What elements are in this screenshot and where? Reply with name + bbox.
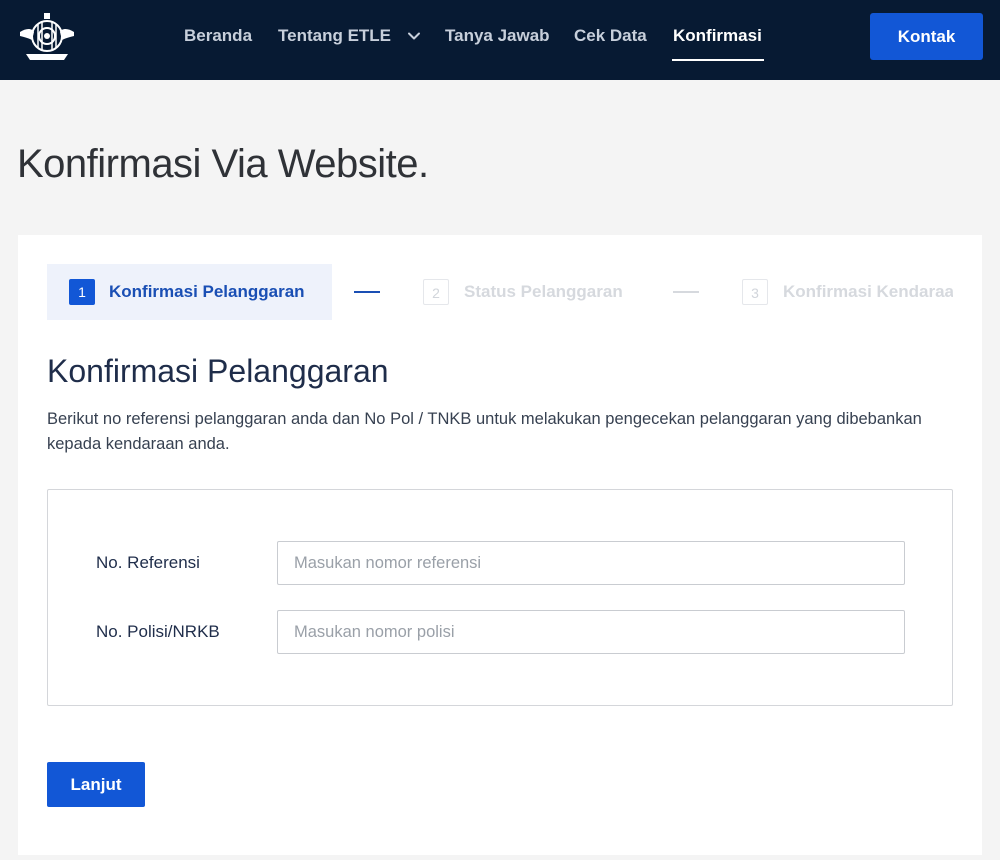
reference-label: No. Referensi [96, 553, 200, 572]
nav-item-beranda[interactable]: Beranda [184, 24, 252, 48]
step-1-number: 1 [69, 279, 95, 305]
step-connector-2 [673, 291, 699, 293]
police-number-label: No. Polisi/NRKB [96, 622, 220, 641]
next-button[interactable]: Lanjut [47, 762, 145, 807]
step-3-number: 3 [742, 279, 768, 305]
step-2-label[interactable]: Status Pelanggaran [464, 280, 623, 304]
section-title: Konfirmasi Pelanggaran [47, 353, 389, 389]
active-nav-indicator [672, 59, 764, 61]
top-navbar: Beranda Tentang ETLE Tanya Jawab Cek Dat… [0, 0, 1000, 80]
page-title: Konfirmasi Via Website. [17, 142, 429, 186]
etle-logo-icon[interactable] [18, 10, 76, 66]
step-3-label[interactable]: Konfirmasi Kendaraan [783, 280, 953, 304]
form-box: No. Referensi No. Polisi/NRKB [47, 489, 953, 706]
nav-item-cek-data[interactable]: Cek Data [574, 24, 647, 48]
confirmation-card: 1 Konfirmasi Pelanggaran 2 Status Pelang… [18, 235, 982, 855]
section-description: Berikut no referensi pelanggaran anda da… [47, 410, 922, 453]
nav-item-tanya-jawab[interactable]: Tanya Jawab [445, 24, 550, 48]
step-1-label[interactable]: Konfirmasi Pelanggaran [109, 280, 305, 304]
chevron-down-icon[interactable] [406, 28, 422, 44]
nav-item-tentang-etle[interactable]: Tentang ETLE [278, 24, 391, 48]
step-connector-1 [354, 291, 380, 293]
step-2-number: 2 [423, 279, 449, 305]
contact-button[interactable]: Kontak [870, 13, 983, 60]
stepper: 1 Konfirmasi Pelanggaran 2 Status Pelang… [18, 235, 982, 325]
nav-item-konfirmasi[interactable]: Konfirmasi [673, 24, 762, 48]
police-number-input[interactable] [277, 610, 905, 654]
reference-input[interactable] [277, 541, 905, 585]
